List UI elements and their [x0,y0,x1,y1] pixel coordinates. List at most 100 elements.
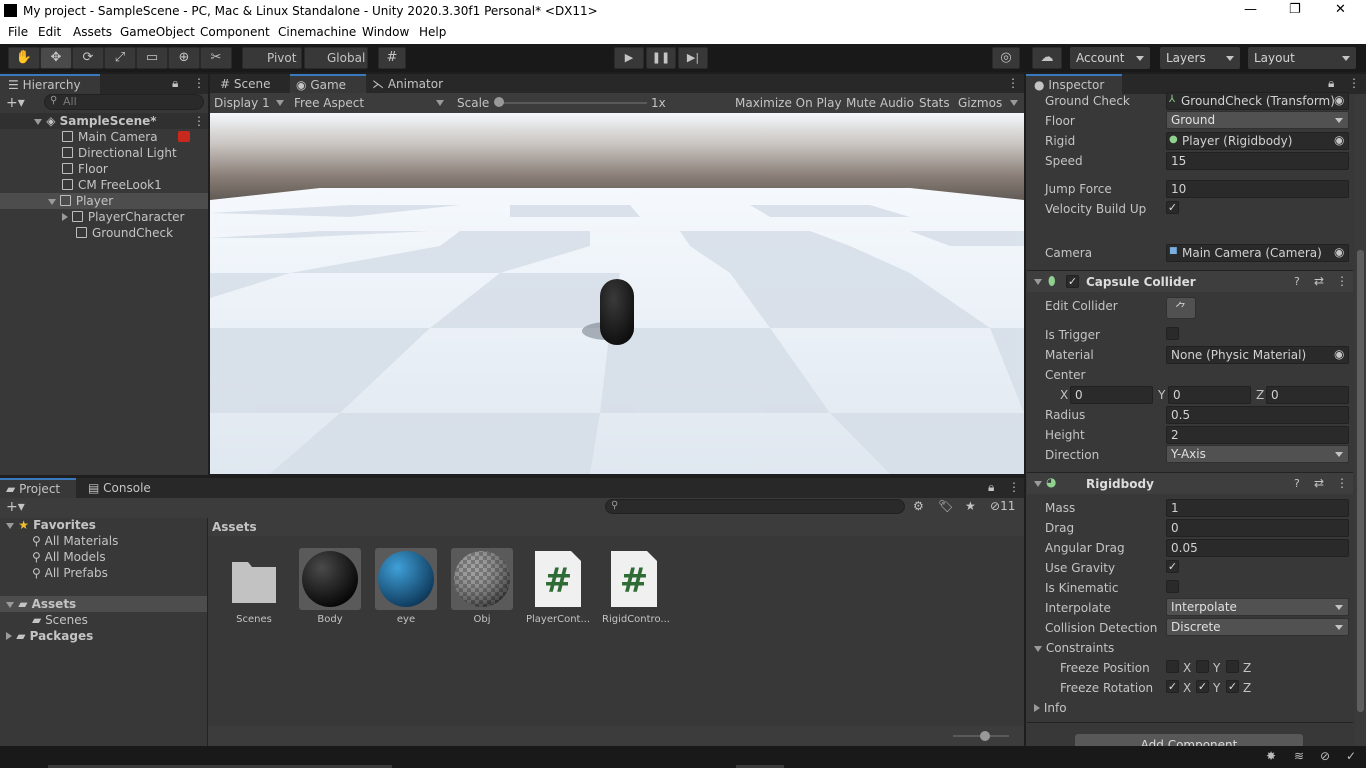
menu-assets[interactable]: Assets [73,25,112,39]
object-picker-icon[interactable]: ◉ [1334,347,1344,361]
collapse-icon[interactable] [1034,279,1042,285]
menu-file[interactable]: File [8,25,28,39]
move-tool-icon[interactable]: ✥ [40,47,72,69]
restore-icon[interactable]: ❐ [1289,2,1301,17]
fav-all-materials[interactable]: ⚲ All Materials [32,534,118,548]
menu-cinemachine[interactable]: Cinemachine [278,25,356,39]
filter-label-icon[interactable]: 🏷︎ [938,499,953,513]
favorite-star-icon[interactable]: ★ [965,499,976,513]
hierarchy-item-player[interactable]: Player [48,194,113,208]
transform-tool-icon[interactable]: ⊕ [168,47,200,69]
add-component-button[interactable]: Add Component [1075,734,1303,746]
is-trigger-checkbox[interactable] [1166,327,1179,340]
help-icon[interactable]: ? [1294,477,1300,490]
icon-size-slider-thumb[interactable] [980,731,990,741]
aspect-dropdown[interactable]: Free Aspect [294,96,448,110]
direction-dropdown[interactable]: Y-Axis [1166,445,1349,463]
mass-input[interactable]: 1 [1166,499,1349,517]
project-lock-icon[interactable]: 🔒︎ [988,480,994,495]
maximize-on-play-toggle[interactable]: Maximize On Play [735,96,842,110]
tab-animator[interactable]: ⋋ Animator [370,74,460,94]
add-object-button[interactable]: +▾ [6,95,25,111]
capsule-enabled-checkbox[interactable]: ✓ [1066,275,1079,288]
component-menu-icon[interactable]: ⋮ [1336,274,1348,288]
inspector-more-icon[interactable]: ⋮ [1348,76,1360,90]
asset-player-controller-script[interactable]: # PlayerCont... [526,548,590,625]
fav-all-models[interactable]: ⚲ All Models [32,550,106,564]
asset-scenes[interactable]: Scenes [222,548,286,625]
info-foldout[interactable]: Info [1034,701,1067,715]
scale-tool-icon[interactable]: ⤢ [104,47,136,69]
preset-icon[interactable]: ⇄ [1314,476,1324,490]
tab-game[interactable]: ◉ Game [290,74,366,94]
tab-console[interactable]: ▤ Console [82,478,162,498]
asset-body[interactable]: Body [298,548,362,625]
collapse-icon[interactable] [1034,481,1042,487]
height-input[interactable]: 2 [1166,426,1349,444]
hierarchy-item-directional-light[interactable]: Directional Light [62,146,177,160]
center-more-icon[interactable]: ⋮ [1007,76,1019,90]
hierarchy-item-main-camera[interactable]: Main Camera [62,130,158,144]
freeze-position-z-checkbox[interactable] [1226,660,1239,673]
menu-help[interactable]: Help [419,25,446,39]
menu-gameobject[interactable]: GameObject [120,25,195,39]
freeze-position-y-checkbox[interactable] [1196,660,1209,673]
global-button[interactable]: Global [304,47,368,69]
custom-tool-icon[interactable]: ✂ [200,47,232,69]
tree-scenes[interactable]: ▰ Scenes [32,613,88,627]
center-x-input[interactable]: 0 [1070,386,1153,404]
scale-slider-track[interactable] [497,102,647,104]
display-dropdown[interactable]: Display 1 [214,96,288,110]
tree-packages[interactable]: ▰ Packages [6,629,93,643]
rigid-field[interactable]: Player (Rigidbody) [1166,132,1349,150]
gizmos-dropdown-icon[interactable] [1010,100,1018,106]
play-button[interactable]: ▶ [614,47,644,69]
hierarchy-search-input[interactable]: All [44,94,204,110]
layout-dropdown[interactable]: Layout [1248,47,1356,69]
rotate-tool-icon[interactable]: ⟳ [72,47,104,69]
scene-more-icon[interactable]: ⋮ [193,114,205,128]
mute-audio-toggle[interactable]: Mute Audio [846,96,914,110]
object-picker-icon[interactable]: ◉ [1334,245,1344,259]
hierarchy-scene-row[interactable]: ◈ SampleScene* [34,114,157,128]
hierarchy-item-player-character[interactable]: PlayerCharacter [62,210,184,224]
favorites-group[interactable]: ★ Favorites [6,518,96,532]
hand-tool-icon[interactable]: ✋ [8,47,40,69]
angular-drag-input[interactable]: 0.05 [1166,539,1349,557]
project-search-input[interactable] [605,499,905,514]
assets-breadcrumb[interactable]: Assets [212,520,257,534]
freeze-position-x-checkbox[interactable] [1166,660,1179,673]
radius-input[interactable]: 0.5 [1166,406,1349,424]
jump-force-input[interactable]: 10 [1166,180,1349,198]
center-z-input[interactable]: 0 [1266,386,1349,404]
freeze-rotation-y-checkbox[interactable]: ✓ [1196,680,1209,693]
account-dropdown[interactable]: Account [1070,47,1150,69]
cloud-icon[interactable]: ☁ [1032,47,1062,69]
tab-scene[interactable]: # Scene [210,74,288,94]
menu-edit[interactable]: Edit [38,25,61,39]
gizmos-toggle[interactable]: Gizmos [958,96,1002,110]
asset-rigid-controller-script[interactable]: # RigidContro... [602,548,670,625]
preset-icon[interactable]: ⇄ [1314,274,1324,288]
freeze-rotation-z-checkbox[interactable]: ✓ [1226,680,1239,693]
filter-type-icon[interactable]: ⚙ [913,499,924,513]
rigidbody-header[interactable] [1027,472,1353,494]
constraints-foldout[interactable]: Constraints [1034,641,1114,655]
tree-assets[interactable]: ▰ Assets [6,597,76,611]
hierarchy-item-ground-check[interactable]: GroundCheck [76,226,173,240]
network-icon[interactable]: ⊘ [1320,749,1330,763]
camera-field[interactable]: Main Camera (Camera) [1166,244,1349,262]
create-asset-button[interactable]: +▾ [6,499,25,515]
center-y-input[interactable]: 0 [1168,386,1251,404]
inspector-scroll-thumb[interactable] [1357,250,1364,712]
hierarchy-item-floor[interactable]: Floor [62,162,108,176]
collision-detection-dropdown[interactable]: Discrete [1166,618,1349,636]
scale-slider-thumb[interactable] [494,97,504,107]
component-menu-icon[interactable]: ⋮ [1336,476,1348,490]
debug-icon[interactable]: ✸ [1266,749,1276,763]
layers-status-icon[interactable]: ≋ [1294,749,1304,763]
asset-obj[interactable]: Obj [450,548,514,625]
menu-component[interactable]: Component [200,25,270,39]
speed-input[interactable]: 15 [1166,152,1349,170]
tab-hierarchy[interactable]: ☰ Hierarchy [0,74,100,94]
